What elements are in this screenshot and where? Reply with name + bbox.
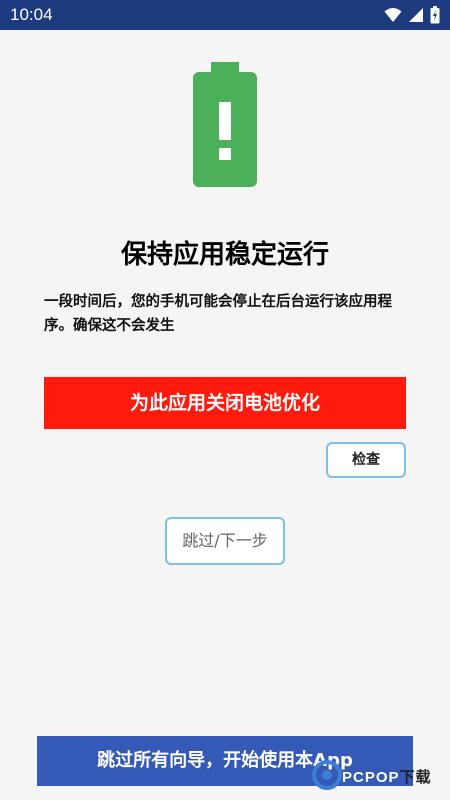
watermark: PCPOP下载 (308, 752, 448, 798)
disable-battery-optimization-button[interactable]: 为此应用关闭电池优化 (44, 377, 406, 429)
watermark-suffix: 下载 (399, 769, 432, 786)
description-text: 一段时间后，您的手机可能会停止在后台运行该应用程序。确保这不会发生 (44, 294, 392, 334)
page-title: 保持应用稳定运行 (120, 240, 329, 270)
battery-icon (430, 6, 440, 24)
signal-icon (408, 7, 424, 23)
watermark-logo-icon (312, 760, 342, 790)
check-button[interactable]: 检查 (326, 442, 406, 478)
watermark-brand: PCPOP (342, 769, 400, 786)
status-icons (384, 6, 440, 24)
screen: 10:04 保持应用稳定运行 一段时间后，您的手机可能会停止在后台运行该应用程序… (0, 0, 450, 800)
status-bar: 10:04 (0, 0, 450, 30)
battery-alert-icon (193, 62, 257, 187)
wifi-icon (384, 7, 402, 23)
status-time: 10:04 (10, 5, 53, 24)
skip-next-button[interactable]: 跳过/下一步 (165, 517, 285, 565)
